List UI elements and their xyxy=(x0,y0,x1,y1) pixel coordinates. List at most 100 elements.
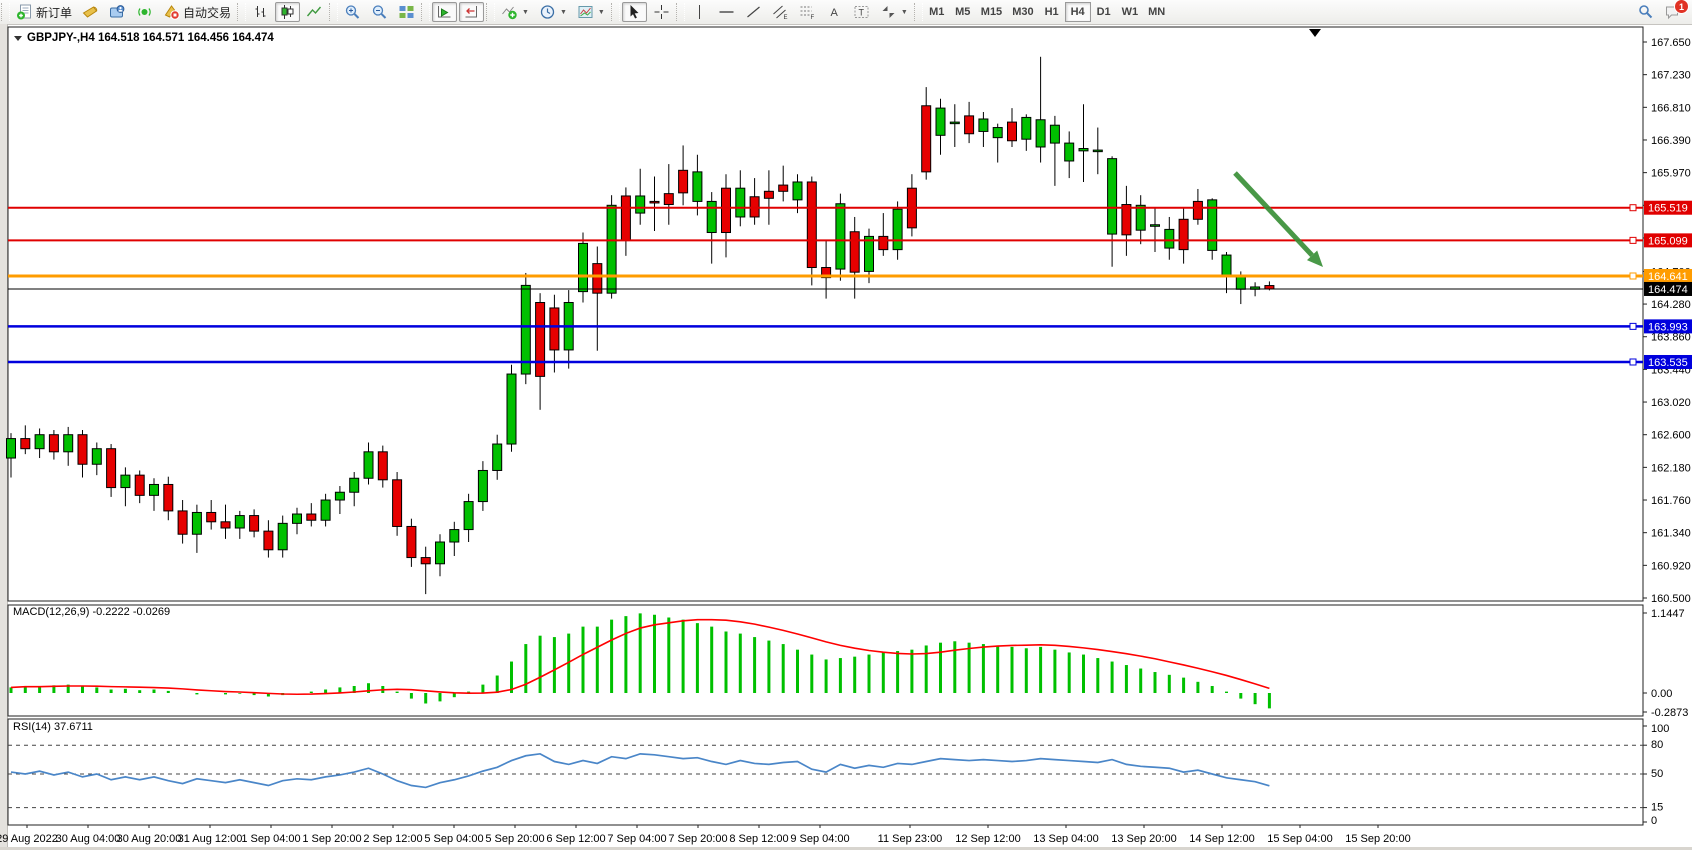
level-anchor[interactable] xyxy=(1630,237,1636,243)
candle-body xyxy=(979,119,988,131)
candle-body xyxy=(121,475,130,487)
level-anchor[interactable] xyxy=(1630,273,1636,279)
price-axis-tick: 167.650 xyxy=(1651,37,1691,49)
time-axis-label: 1 Sep 04:00 xyxy=(241,833,300,845)
candle-body xyxy=(250,516,259,532)
candle-body xyxy=(779,185,788,191)
bar-chart-button[interactable] xyxy=(248,2,273,22)
price-axis-tick: 162.180 xyxy=(1651,462,1691,474)
candle-body xyxy=(64,435,73,452)
channel-icon: E xyxy=(772,4,789,20)
zoom-in-button[interactable] xyxy=(340,2,365,22)
candle-body xyxy=(1222,255,1231,276)
trendline-button[interactable] xyxy=(741,2,766,22)
timeframe-mn-button[interactable]: MN xyxy=(1143,2,1170,22)
candle-body xyxy=(264,531,273,550)
line-chart-button[interactable] xyxy=(302,2,327,22)
candle-body xyxy=(107,449,116,488)
toolbar-grip xyxy=(1,3,10,21)
chart-area: 167.650167.230166.810166.390165.970165.5… xyxy=(0,24,1692,850)
indicators-button[interactable]: ▼ xyxy=(497,2,533,22)
toolbar: 新订单 自动交易 xyxy=(0,0,1692,25)
templates-button[interactable]: ▼ xyxy=(573,2,609,22)
horn-icon xyxy=(82,4,99,20)
vertical-line-button[interactable] xyxy=(687,2,712,22)
new-order-icon xyxy=(16,4,33,20)
timeframe-w1-button[interactable]: W1 xyxy=(1117,2,1144,22)
symbol-ohlc-title: GBPJPY-,H4 164.518 164.571 164.456 164.4… xyxy=(27,32,274,44)
chart-shift-icon xyxy=(463,4,480,20)
level-anchor[interactable] xyxy=(1630,359,1636,365)
candle-body xyxy=(335,492,344,500)
macd-axis-tick: -0.2873 xyxy=(1651,707,1688,719)
zoom-out-button[interactable] xyxy=(367,2,392,22)
horizontal-line-button[interactable] xyxy=(714,2,739,22)
notifications-button[interactable]: 1 xyxy=(1660,2,1685,22)
time-axis-label: 9 Sep 04:00 xyxy=(790,833,849,845)
svg-text:E: E xyxy=(783,15,787,20)
candle-body xyxy=(707,201,716,232)
candle-body xyxy=(1093,150,1102,152)
mt4-window: 新订单 自动交易 xyxy=(0,0,1692,850)
profile-button[interactable] xyxy=(105,2,130,22)
market-watch-button[interactable] xyxy=(78,2,103,22)
level-anchor[interactable] xyxy=(1630,205,1636,211)
candle-body xyxy=(507,374,516,444)
text-label-button[interactable]: T xyxy=(849,2,874,22)
candle-body xyxy=(550,308,559,350)
autotrading-button[interactable]: 自动交易 xyxy=(159,2,235,22)
candle-body xyxy=(922,106,931,172)
equidistant-channel-button[interactable]: E xyxy=(768,2,793,22)
autotrading-label: 自动交易 xyxy=(183,4,231,21)
candle-body xyxy=(364,452,373,478)
chart-canvas[interactable]: 167.650167.230166.810166.390165.970165.5… xyxy=(0,24,1692,850)
time-axis-label: 11 Sep 23:00 xyxy=(878,833,943,845)
candle-body xyxy=(221,522,230,528)
candle-body xyxy=(965,116,974,134)
timeframe-m5-button[interactable]: M5 xyxy=(950,2,976,22)
candle-body xyxy=(207,512,216,521)
periods-button[interactable]: ▼ xyxy=(535,2,571,22)
fibonacci-button[interactable]: F xyxy=(795,2,820,22)
candle-body xyxy=(1179,219,1188,249)
chart-shift-button[interactable] xyxy=(459,2,484,22)
new-order-button[interactable]: 新订单 xyxy=(12,2,76,22)
candlestick-chart-button[interactable] xyxy=(275,2,300,22)
candle-body xyxy=(235,516,244,528)
crosshair-button[interactable] xyxy=(649,2,674,22)
candle-body xyxy=(1136,205,1145,230)
chevron-down-icon: ▼ xyxy=(598,9,605,16)
time-axis-label: 31 Aug 12:00 xyxy=(178,833,243,845)
text-button[interactable]: A xyxy=(822,2,847,22)
timeframe-m15-button[interactable]: M15 xyxy=(976,2,1007,22)
timeframe-m1-button[interactable]: M1 xyxy=(924,2,950,22)
price-axis-tick: 161.340 xyxy=(1651,528,1691,540)
candle-body xyxy=(650,201,659,203)
timeframe-h4-button[interactable]: H4 xyxy=(1065,2,1091,22)
auto-scroll-button[interactable] xyxy=(432,2,457,22)
clock-icon xyxy=(539,4,556,20)
candle-body xyxy=(1036,120,1045,147)
svg-text:F: F xyxy=(810,15,814,20)
timeframe-h1-button[interactable]: H1 xyxy=(1039,2,1065,22)
price-axis-tick: 160.920 xyxy=(1651,560,1691,572)
candle-body xyxy=(679,170,688,193)
candle-body xyxy=(350,478,359,492)
time-axis-label: 12 Sep 12:00 xyxy=(955,833,1020,845)
search-button[interactable] xyxy=(1633,2,1658,22)
chevron-down-icon: ▼ xyxy=(901,9,908,16)
chevron-down-icon: ▼ xyxy=(560,9,567,16)
timeframe-d1-button[interactable]: D1 xyxy=(1091,2,1117,22)
tile-windows-button[interactable] xyxy=(394,2,419,22)
timeframe-m30-button[interactable]: M30 xyxy=(1007,2,1038,22)
arrows-button[interactable]: ▼ xyxy=(876,2,912,22)
crosshair-icon xyxy=(653,4,670,20)
rsi-axis-tick: 15 xyxy=(1651,802,1663,814)
candle-body xyxy=(7,439,16,458)
price-axis-tick: 160.500 xyxy=(1651,593,1691,605)
candle-body xyxy=(378,452,387,480)
cursor-button[interactable] xyxy=(622,2,647,22)
signals-button[interactable] xyxy=(132,2,157,22)
toolbar-grip xyxy=(676,3,685,21)
level-anchor[interactable] xyxy=(1630,323,1636,329)
